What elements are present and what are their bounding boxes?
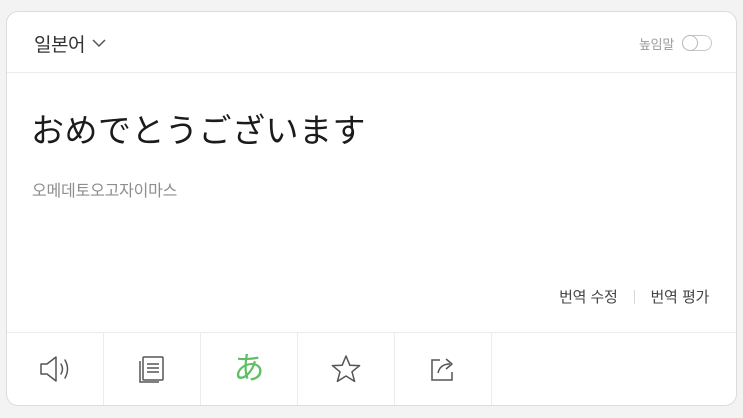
edit-translation-link[interactable]: 번역 수정 [559, 286, 618, 307]
toggle-knob [682, 35, 698, 51]
listen-button[interactable] [7, 333, 104, 405]
translation-card: 일본어 높임말 おめでとうございます 오메데토오고자이마스 번역 수정 번역 평… [6, 11, 737, 406]
language-select[interactable]: 일본어 [34, 29, 107, 57]
bottom-toolbar: あ [7, 332, 736, 405]
honorific-toggle[interactable] [682, 35, 712, 51]
kana-icon: あ [233, 350, 265, 387]
share-button[interactable] [395, 333, 492, 405]
share-icon [428, 354, 458, 384]
favorite-button[interactable] [298, 333, 395, 405]
pronunciation-text: 오메데토오고자이마스 [32, 181, 178, 200]
language-label: 일본어 [34, 33, 85, 56]
speaker-icon [38, 354, 72, 384]
result-actions: 번역 수정 번역 평가 [559, 286, 709, 307]
star-icon [330, 354, 362, 384]
copy-icon [137, 354, 167, 384]
card-header: 일본어 높임말 [7, 12, 736, 73]
copy-button[interactable] [104, 333, 201, 405]
action-divider [633, 289, 635, 304]
rate-translation-link[interactable]: 번역 평가 [651, 286, 710, 307]
honorific-setting: 높임말 [639, 32, 712, 54]
honorific-label: 높임말 [639, 37, 674, 53]
chevron-down-icon [91, 35, 107, 51]
kana-button[interactable]: あ [201, 333, 298, 405]
translation-text: おめでとうございます [31, 111, 366, 150]
